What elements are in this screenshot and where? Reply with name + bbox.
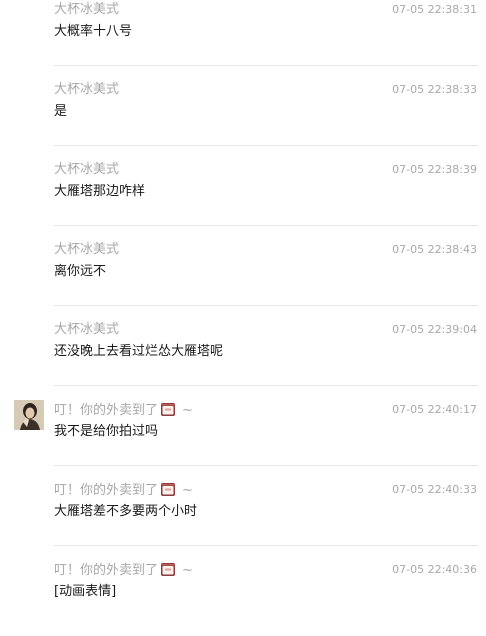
message-time: 07-05 22:40:17 (392, 403, 477, 416)
divider (54, 305, 478, 306)
sender-name[interactable]: 叮！你的外卖到了 ~ (54, 482, 193, 499)
message-time: 07-05 22:39:04 (392, 323, 477, 336)
message-text: [动画表情] (54, 584, 117, 599)
message-text: 大概率十八号 (54, 24, 133, 39)
message-text: 我不是给你拍过吗 (54, 424, 159, 439)
sender-name[interactable]: 大杯冰美式 (54, 2, 119, 18)
message-item[interactable]: 叮！你的外卖到了 ~ 07-05 22:40:17 我不是给你拍过吗 (0, 396, 486, 476)
message-time: 07-05 22:38:39 (392, 163, 477, 176)
sender-name[interactable]: 大杯冰美式 (54, 162, 119, 178)
message-item[interactable]: 大杯冰美式 07-05 22:39:04 还没晚上去看过烂怂大雁塔呢 (0, 316, 486, 396)
message-time: 07-05 22:40:36 (392, 563, 477, 576)
divider (54, 545, 478, 546)
divider (54, 385, 478, 386)
message-item[interactable]: 大杯冰美式 07-05 22:38:33 是 (0, 76, 486, 156)
sender-name[interactable]: 大杯冰美式 (54, 322, 119, 338)
divider (54, 465, 478, 466)
message-time: 07-05 22:38:33 (392, 83, 477, 96)
divider (54, 225, 478, 226)
message-time: 07-05 22:40:33 (392, 483, 477, 496)
takeout-box-icon (161, 403, 176, 416)
takeout-box-icon (161, 563, 176, 576)
message-text: 大雁塔那边咋样 (54, 184, 146, 199)
avatar[interactable] (14, 400, 44, 430)
message-item[interactable]: 大杯冰美式 07-05 22:38:39 大雁塔那边咋样 (0, 156, 486, 236)
message-time: 07-05 22:38:31 (392, 3, 477, 16)
divider (54, 65, 478, 66)
sender-name[interactable]: 大杯冰美式 (54, 242, 119, 258)
message-text: 大雁塔差不多要两个小时 (54, 504, 198, 519)
message-text: 离你远不 (54, 264, 107, 279)
takeout-box-icon (161, 483, 176, 496)
message-text: 还没晚上去看过烂怂大雁塔呢 (54, 344, 224, 359)
message-item[interactable]: 叮！你的外卖到了 ~ 07-05 22:40:36 [动画表情] (0, 556, 486, 636)
sender-name[interactable]: 大杯冰美式 (54, 82, 119, 98)
divider (54, 145, 478, 146)
message-time: 07-05 22:38:43 (392, 243, 477, 256)
sender-name[interactable]: 叮！你的外卖到了 ~ (54, 562, 193, 579)
message-item[interactable]: 大杯冰美式 07-05 22:38:43 离你远不 (0, 236, 486, 316)
avatar-photo-icon (14, 400, 44, 430)
message-text: 是 (54, 104, 68, 119)
sender-name[interactable]: 叮！你的外卖到了 ~ (54, 402, 193, 419)
message-item[interactable]: 叮！你的外卖到了 ~ 07-05 22:40:33 大雁塔差不多要两个小时 (0, 476, 486, 556)
